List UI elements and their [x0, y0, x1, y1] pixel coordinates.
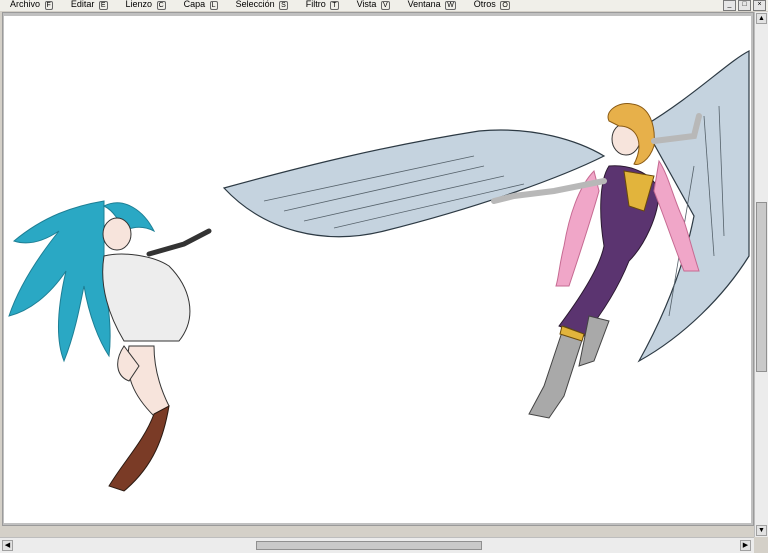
menu-bar: Archivo F Editar E Lienzo C Capa L Selec… — [0, 0, 768, 11]
menu-filter-key: T — [330, 1, 339, 10]
menu-selection-key: S — [279, 1, 288, 10]
character-left — [8, 200, 212, 492]
head-left — [102, 217, 132, 251]
menu-edit[interactable]: Editar E — [71, 0, 108, 10]
artwork — [8, 50, 750, 492]
horizontal-scrollbar[interactable]: ◀ ▶ — [0, 537, 754, 553]
menu-view-key: V — [380, 1, 390, 10]
armored-leg — [528, 325, 585, 419]
character-right — [222, 50, 750, 419]
menu-selection[interactable]: Selección S — [236, 0, 288, 10]
horizontal-scroll-thumb[interactable] — [256, 541, 482, 550]
menu-window-label: Ventana — [407, 0, 441, 9]
menu-selection-label: Selección — [235, 0, 275, 9]
scroll-right-icon[interactable]: ▶ — [740, 540, 751, 551]
menu-view[interactable]: Vista V — [357, 0, 390, 10]
menu-file-label: Archivo — [10, 0, 41, 9]
menu-others-key: O — [500, 1, 510, 10]
drawing-canvas[interactable] — [4, 16, 751, 523]
close-icon[interactable]: × — [753, 0, 766, 11]
window-controls: _ □ × — [723, 0, 766, 11]
scroll-left-icon[interactable]: ◀ — [2, 540, 13, 551]
menu-filter[interactable]: Filtro T — [306, 0, 339, 10]
menu-edit-key: E — [98, 1, 108, 10]
menu-file[interactable]: Archivo F — [10, 0, 53, 10]
scroll-down-icon[interactable]: ▼ — [756, 525, 767, 536]
menu-others-label: Otros — [473, 0, 496, 9]
scrollbar-corner — [754, 537, 768, 553]
menu-layer[interactable]: Capa L — [184, 0, 218, 10]
leg-left-char — [127, 345, 170, 417]
menu-edit-label: Editar — [70, 0, 95, 9]
menu-canvas[interactable]: Lienzo C — [126, 0, 166, 10]
menu-canvas-key: C — [156, 1, 166, 10]
menu-others[interactable]: Otros O — [474, 0, 510, 10]
dress — [102, 253, 191, 342]
menu-layer-key: L — [209, 1, 218, 10]
menu-window-key: W — [445, 1, 456, 10]
minimize-icon[interactable]: _ — [723, 0, 736, 11]
wing-left — [222, 129, 606, 238]
menu-view-label: Vista — [356, 0, 377, 9]
menu-filter-label: Filtro — [305, 0, 326, 9]
vertical-scrollbar[interactable]: ▲ ▼ — [754, 12, 768, 537]
arm-left-char — [146, 228, 212, 257]
menu-canvas-label: Lienzo — [125, 0, 153, 9]
vertical-scroll-thumb[interactable] — [756, 202, 767, 372]
scroll-up-icon[interactable]: ▲ — [756, 13, 767, 24]
menu-window[interactable]: Ventana W — [408, 0, 456, 10]
menu-file-key: F — [44, 1, 53, 10]
menu-layer-label: Capa — [183, 0, 206, 9]
restore-icon[interactable]: □ — [738, 0, 751, 11]
boot — [108, 405, 170, 492]
